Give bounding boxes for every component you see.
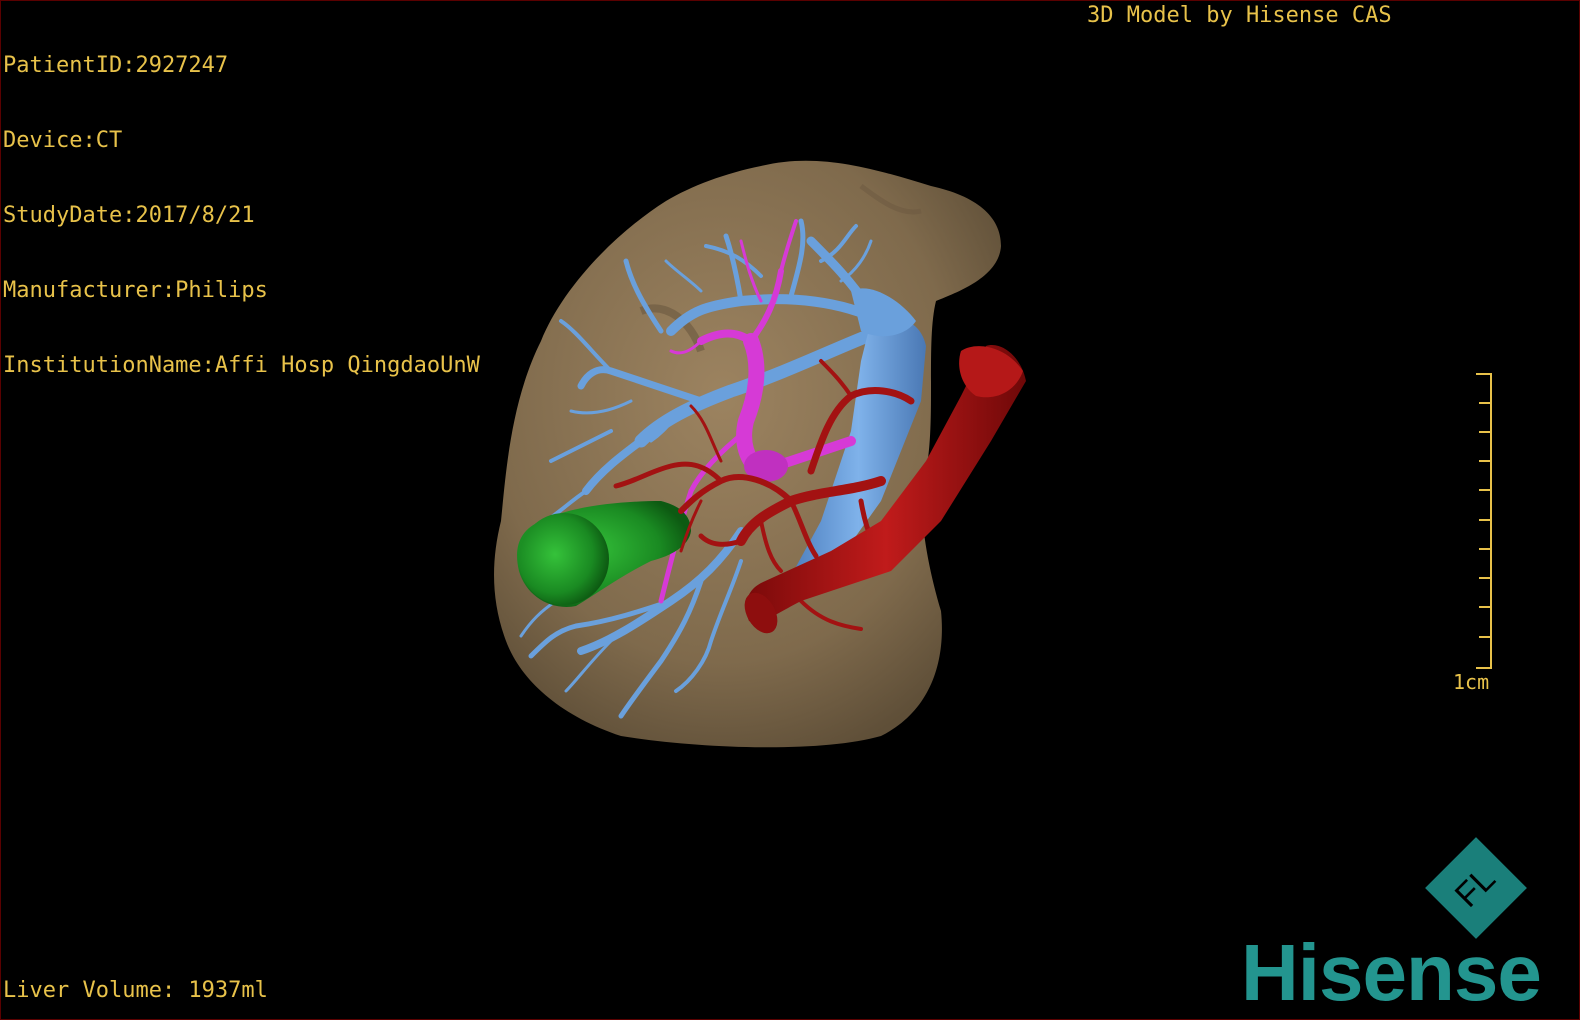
brand-wordmark: Hisense (1241, 928, 1542, 1017)
model-credit: 3D Model by Hisense CAS (1087, 3, 1392, 28)
liver-volume: Liver Volume: 1937ml (3, 978, 268, 1003)
institution-name: InstitutionName:Affi Hosp QingdaoUnW (3, 353, 480, 378)
manufacturer: Manufacturer:Philips (3, 278, 268, 303)
scale-bar-ticks (1476, 373, 1492, 669)
fl-emblem: FL (1425, 837, 1527, 939)
scale-bar: 1cm (1441, 373, 1521, 703)
dicom-metadata: PatientID:2927247 Device:CT StudyDate:20… (3, 3, 480, 428)
study-date: StudyDate:2017/8/21 (3, 203, 255, 228)
device: Device:CT (3, 128, 123, 153)
hisense-logo: FL Hisense (1236, 831, 1576, 1017)
gallbladder-fundus (519, 513, 609, 605)
patient-id: PatientID:2927247 (3, 53, 229, 78)
3d-viewport[interactable]: PatientID:2927247 Device:CT StudyDate:20… (0, 0, 1580, 1020)
scale-bar-label: 1cm (1453, 670, 1490, 694)
